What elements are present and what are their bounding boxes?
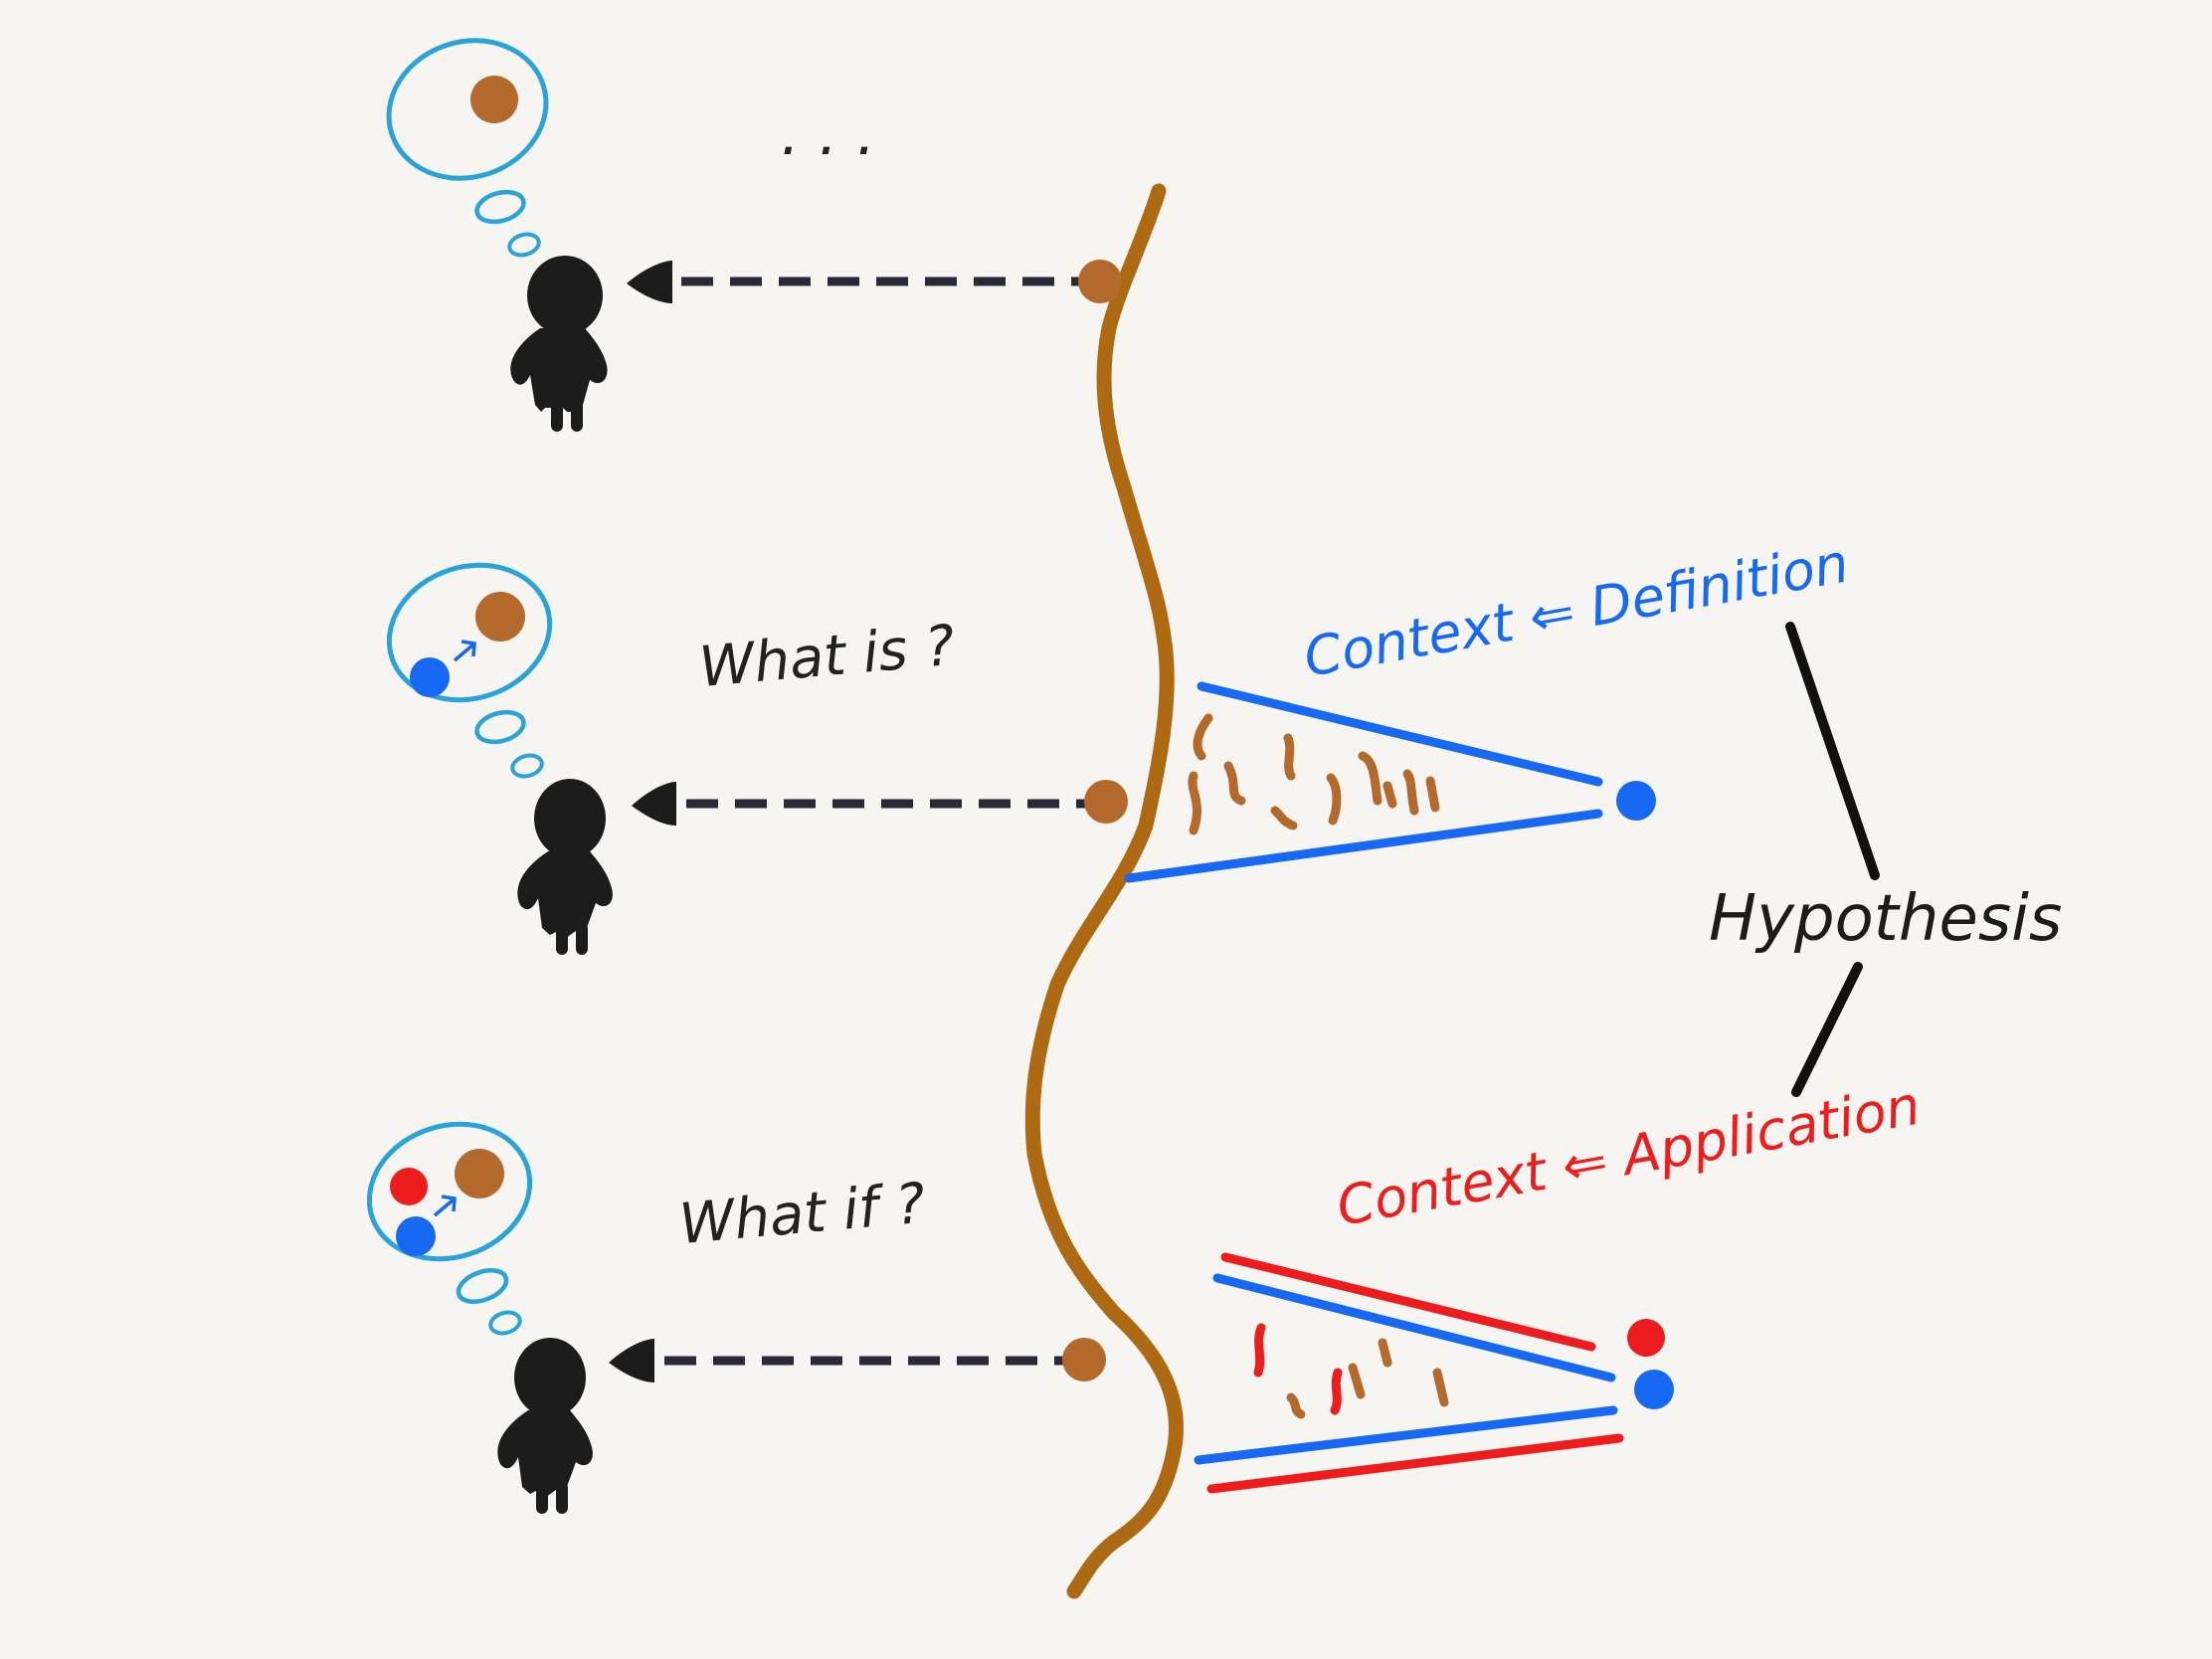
observed-point <box>1062 1338 1106 1382</box>
arrow-icon <box>433 1195 457 1217</box>
object-dot-brown <box>475 592 525 642</box>
hypothesis-point-blue <box>1634 1370 1674 1409</box>
object-dot-blue <box>396 1216 436 1256</box>
hypothesis-group: Hypothesis <box>1709 622 2062 1097</box>
object-dot-brown <box>470 76 518 123</box>
thought-bubble-icon <box>366 1121 533 1336</box>
hypothesis-connector-top <box>1785 622 1880 880</box>
row-bottom: What if ? Context ⇐ Application <box>366 1074 1925 1514</box>
ellipsis-label: . . . <box>781 99 875 169</box>
what-is-label: What is ? <box>697 614 958 700</box>
hypothesis-connector-bottom <box>1791 962 1863 1097</box>
river-boundary-line <box>1024 183 1184 1599</box>
context-definition-label: Context ⇐ Definition <box>1299 531 1853 688</box>
thought-bubble-icon <box>386 38 549 258</box>
evidence-squiggles <box>1253 1323 1449 1419</box>
definition-cone <box>1124 681 1656 883</box>
hypothesis-point-blue <box>1616 781 1656 821</box>
observed-point <box>1084 780 1128 824</box>
eye-icon <box>627 261 672 303</box>
arrow-icon <box>453 640 476 662</box>
diagram-canvas: . . . What is ? Context ⇐ Definition Hyp… <box>366 38 2062 1599</box>
person-icon <box>517 779 613 955</box>
object-dot-red <box>390 1168 428 1205</box>
application-cone <box>1194 1252 1674 1494</box>
row-top: . . . <box>386 38 1122 432</box>
hypothesis-point-red <box>1627 1319 1665 1357</box>
person-icon <box>510 256 608 432</box>
object-dot-brown <box>455 1149 504 1198</box>
person-icon <box>497 1338 593 1514</box>
eye-icon <box>632 782 676 826</box>
object-dot-blue <box>410 657 450 697</box>
eye-icon <box>609 1339 654 1382</box>
observed-point <box>1078 260 1122 303</box>
thought-bubble-icon <box>386 562 553 779</box>
context-application-label: Context ⇐ Application <box>1332 1074 1925 1238</box>
hypothesis-label: Hypothesis <box>1709 882 2062 956</box>
what-if-label: What if ? <box>677 1172 928 1257</box>
